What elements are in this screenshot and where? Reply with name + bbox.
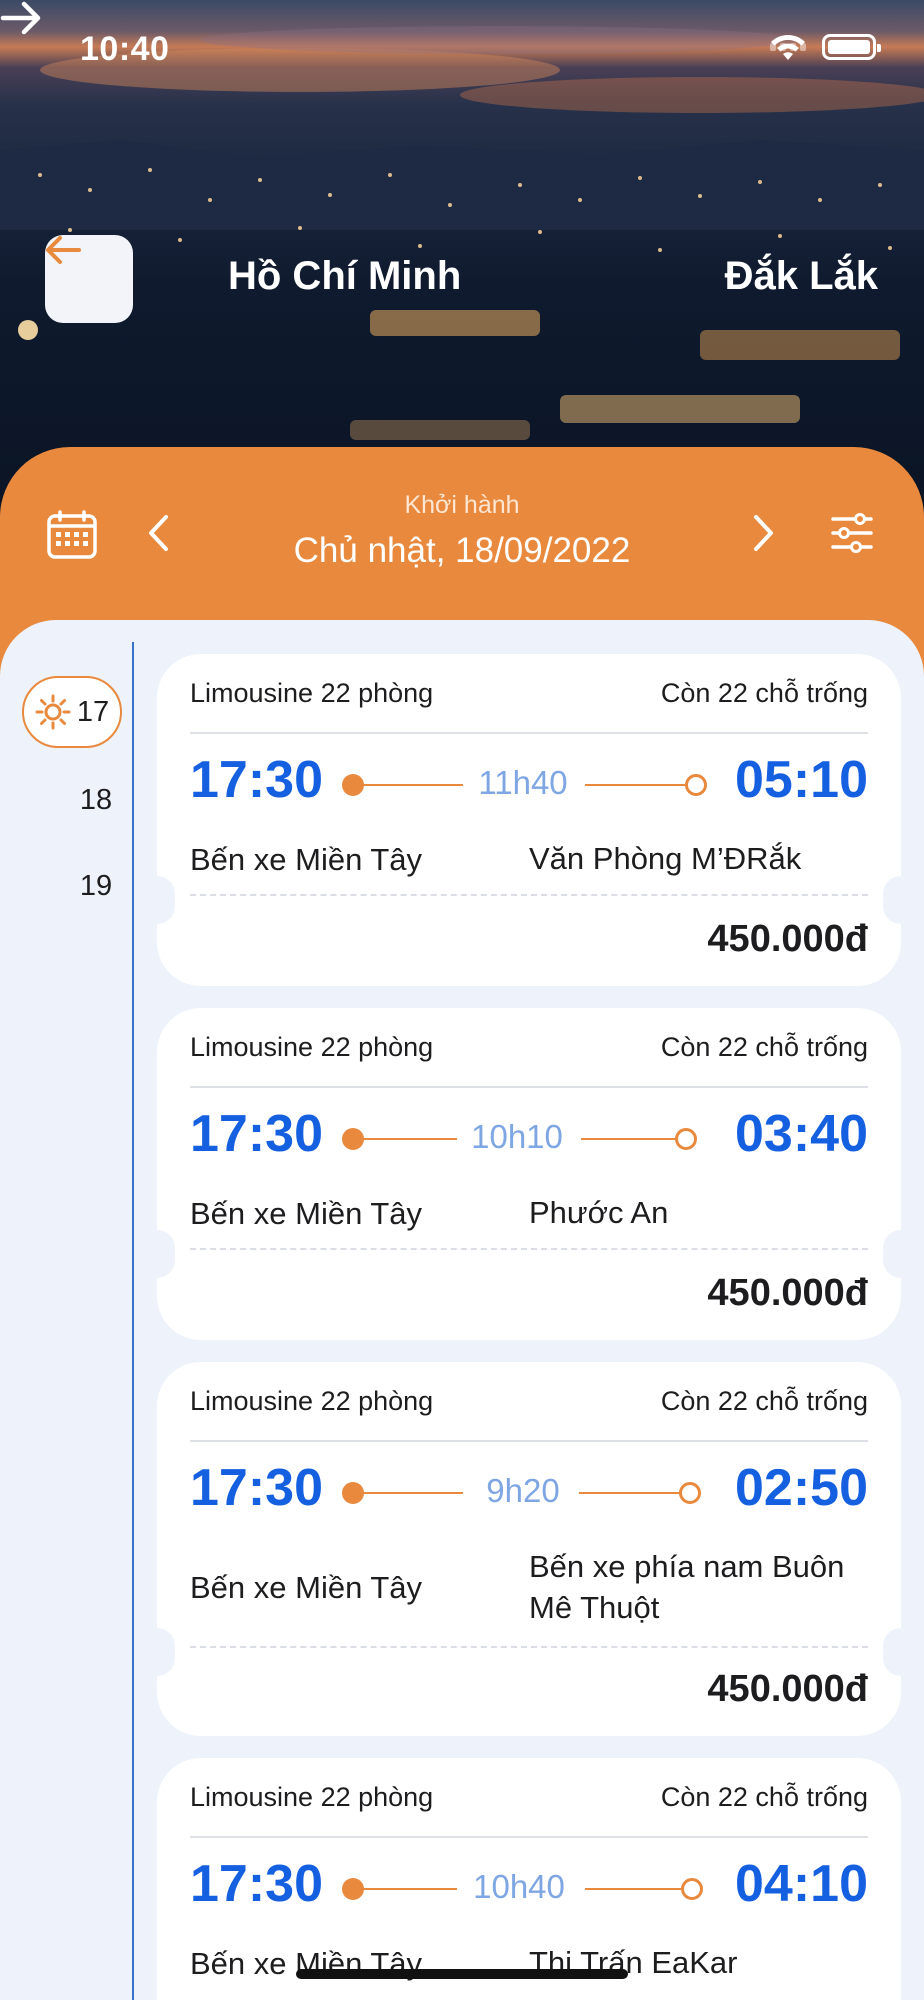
seats-available: Còn 22 chỗ trống bbox=[660, 1782, 868, 1812]
day-selected[interactable]: 17 bbox=[22, 676, 122, 748]
back-button[interactable] bbox=[45, 235, 133, 323]
departure-time: 17:30 bbox=[190, 1105, 323, 1163]
departure-label: Khởi hành bbox=[404, 491, 520, 519]
arrival-dot bbox=[679, 1482, 701, 1504]
arrival-dot bbox=[681, 1878, 703, 1900]
chevron-right-icon[interactable] bbox=[752, 513, 776, 553]
arrival-time: 05:10 bbox=[735, 751, 868, 809]
seats-available: Còn 22 chỗ trống bbox=[660, 678, 868, 708]
ticket-price: 450.000đ bbox=[707, 1272, 868, 1314]
day-selected-number: 17 bbox=[76, 695, 110, 728]
vehicle-type: Limousine 22 phòng bbox=[190, 678, 434, 708]
ticket-price: 450.000đ bbox=[707, 1668, 868, 1710]
vehicle-type: Limousine 22 phòng bbox=[190, 1032, 434, 1062]
destination-station: Văn Phòng M’ĐRắk bbox=[529, 841, 802, 876]
day-rail: 17 18 19 bbox=[0, 620, 132, 2000]
status-time: 10:40 bbox=[80, 30, 170, 68]
arrival-time: 04:10 bbox=[735, 1855, 868, 1913]
arrow-right-icon bbox=[0, 1, 41, 35]
trip-duration: 10h40 bbox=[473, 1868, 565, 1905]
header-photo: 10:40 Hồ Chí Minh Đắk Lắk bbox=[0, 0, 924, 520]
seats-available: Còn 22 chỗ trống bbox=[660, 1386, 868, 1416]
trip-list-panel: 17 18 19 Limousine 22 phòng Còn 22 chỗ t… bbox=[0, 620, 924, 2000]
vehicle-type: Limousine 22 phòng bbox=[190, 1386, 434, 1416]
trip-duration: 10h10 bbox=[471, 1118, 563, 1155]
arrow-left-icon bbox=[46, 236, 81, 264]
arrival-time: 02:50 bbox=[735, 1459, 868, 1517]
day-item[interactable]: 19 bbox=[0, 870, 132, 903]
ticket-price: 450.000đ bbox=[707, 918, 868, 960]
day-item[interactable]: 18 bbox=[0, 784, 132, 817]
arrival-dot bbox=[685, 774, 707, 796]
vehicle-type: Limousine 22 phòng bbox=[190, 1782, 434, 1812]
trip-card[interactable]: Limousine 22 phòng Còn 22 chỗ trống 17:3… bbox=[139, 1362, 919, 1736]
trip-card[interactable]: Limousine 22 phòng Còn 22 chỗ trống 17:3… bbox=[157, 1758, 901, 2000]
origin-station: Bến xe Miền Tây bbox=[190, 842, 423, 877]
trip-card[interactable]: Limousine 22 phòng Còn 22 chỗ trống 17:3… bbox=[139, 654, 919, 986]
trip-duration: 9h20 bbox=[486, 1472, 560, 1509]
trip-duration: 11h40 bbox=[478, 764, 568, 801]
route-destination: Đắk Lắk bbox=[724, 254, 878, 298]
status-icons bbox=[770, 34, 881, 60]
timeline-rail bbox=[132, 642, 134, 2000]
home-indicator bbox=[296, 1969, 628, 1979]
departure-time: 17:30 bbox=[190, 1855, 323, 1913]
origin-station: Bến xe Miền Tây bbox=[190, 1570, 423, 1605]
filter-sliders-icon[interactable] bbox=[830, 513, 874, 553]
destination-station: Bến xe phía nam Buôn Mê Thuột bbox=[529, 1549, 845, 1625]
destination-station: Phước An bbox=[529, 1195, 669, 1230]
departure-time: 17:30 bbox=[190, 751, 323, 809]
departure-date[interactable]: Chủ nhật, 18/09/2022 bbox=[0, 531, 924, 571]
route-origin: Hồ Chí Minh bbox=[228, 254, 462, 298]
battery-icon bbox=[822, 34, 881, 60]
departure-time: 17:30 bbox=[190, 1459, 323, 1517]
sun-icon bbox=[35, 694, 71, 730]
arrival-time: 03:40 bbox=[735, 1105, 868, 1163]
origin-station: Bến xe Miền Tây bbox=[190, 1196, 423, 1231]
trip-card[interactable]: Limousine 22 phòng Còn 22 chỗ trống 17:3… bbox=[139, 1008, 919, 1340]
wifi-icon bbox=[771, 34, 805, 60]
seats-available: Còn 22 chỗ trống bbox=[660, 1032, 868, 1062]
arrival-dot bbox=[675, 1128, 697, 1150]
